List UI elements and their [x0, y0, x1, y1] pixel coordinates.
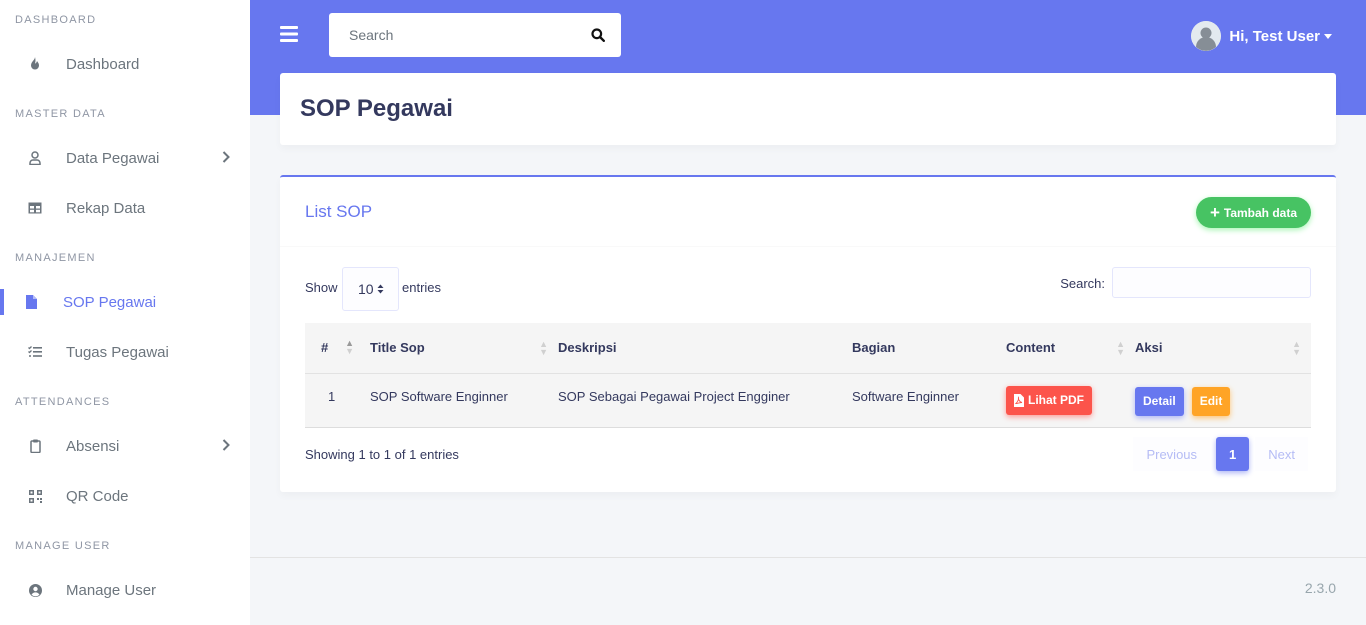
- sidebar-item-label: Data Pegawai: [66, 149, 160, 167]
- sop-table: # ▲ ▼ Title Sop ▲ ▼ Deskripsi Bagian Conte…: [305, 323, 1311, 428]
- sidebar: DASHBOARD Dashboard MASTER DATA Data Peg…: [0, 0, 250, 625]
- user-circle-icon: [27, 582, 43, 598]
- menu-toggle-icon[interactable]: [280, 26, 298, 42]
- sidebar-item-label: Manage User: [66, 581, 157, 599]
- menu-header-master-data: MASTER DATA: [15, 108, 106, 120]
- table-search-input[interactable]: [1112, 267, 1311, 298]
- detail-button[interactable]: Detail: [1135, 386, 1184, 416]
- sidebar-item-data-pegawai[interactable]: Data Pegawai: [0, 133, 250, 183]
- cell-no: 1: [328, 388, 336, 404]
- sort-icon: ▲ ▼: [1116, 339, 1125, 357]
- column-header-deskripsi[interactable]: Deskripsi: [558, 323, 852, 373]
- search-icon[interactable]: [575, 13, 621, 57]
- file-pdf-icon: [1014, 393, 1024, 407]
- page-1-button[interactable]: 1: [1216, 437, 1250, 471]
- chevron-right-icon: [222, 438, 230, 455]
- view-pdf-button[interactable]: Lihat PDF: [1006, 385, 1092, 415]
- next-page-button[interactable]: Next: [1255, 437, 1308, 471]
- section-header: SOP Pegawai: [280, 73, 1336, 145]
- qrcode-icon: [27, 488, 43, 504]
- sidebar-item-rekap-data[interactable]: Rekap Data: [0, 183, 250, 233]
- column-header-bagian[interactable]: Bagian: [852, 323, 1006, 373]
- sort-icon: ▲ ▼: [539, 339, 548, 357]
- entries-length-select[interactable]: 10: [342, 267, 399, 311]
- footer: 2.3.0: [250, 557, 1366, 625]
- cell-aksi: Detail Edit: [1135, 373, 1311, 427]
- add-data-button[interactable]: + Tambah data: [1195, 197, 1311, 228]
- card-title: List SOP: [305, 202, 373, 221]
- clipboard-icon: [27, 438, 43, 454]
- page-title: SOP Pegawai: [300, 95, 453, 122]
- menu-header-dashboard: DASHBOARD: [15, 14, 97, 26]
- cell-bagian: Software Enginner: [852, 388, 959, 404]
- edit-button[interactable]: Edit: [1191, 386, 1231, 416]
- file-icon: [23, 294, 39, 310]
- entries-label: entries: [402, 280, 442, 295]
- menu-header-attendances: ATTENDANCES: [15, 396, 111, 408]
- menu-header-manajemen: MANAJEMEN: [15, 252, 96, 264]
- sidebar-item-absensi[interactable]: Absensi: [0, 421, 250, 471]
- cell-content: Lihat PDF: [1006, 373, 1135, 427]
- app-version: 2.3.0: [1304, 580, 1336, 596]
- user-dropdown[interactable]: Hi, Test User: [1191, 21, 1332, 51]
- sort-updown-icon: [377, 281, 384, 297]
- show-label: Show: [305, 280, 338, 295]
- menu-header-manage-user: MANAGE USER: [15, 540, 111, 552]
- column-header-content[interactable]: Content ▲ ▼: [1006, 323, 1135, 373]
- sidebar-item-sop-pegawai[interactable]: SOP Pegawai: [0, 277, 250, 327]
- user-greeting: Hi, Test User: [1229, 27, 1320, 45]
- sidebar-item-label: Dashboard: [66, 55, 140, 73]
- column-header-no[interactable]: # ▲ ▼: [305, 323, 370, 373]
- sidebar-item-label: QR Code: [66, 487, 129, 505]
- column-header-aksi[interactable]: Aksi ▲ ▼: [1135, 323, 1311, 373]
- tasks-icon: [27, 344, 43, 360]
- column-header-title[interactable]: Title Sop ▲ ▼: [370, 323, 558, 373]
- sidebar-item-label: Tugas Pegawai: [66, 343, 169, 361]
- table-info: Showing 1 to 1 of 1 entries: [305, 447, 459, 462]
- table-row: 1 SOP Software Enginner SOP Sebagai Pega…: [305, 373, 1311, 427]
- sort-icon: ▲ ▼: [1292, 339, 1301, 357]
- pagination: Previous 1 Next: [1133, 437, 1308, 471]
- sidebar-item-qr-code[interactable]: QR Code: [0, 471, 250, 521]
- avatar: [1191, 21, 1222, 51]
- navbar-search[interactable]: Search: [329, 13, 621, 57]
- add-data-label: Tambah data: [1223, 205, 1297, 220]
- cell-deskripsi: SOP Sebagai Pegawai Project Engginer: [558, 388, 790, 404]
- caret-down-icon: [1324, 33, 1332, 39]
- user-icon: [27, 150, 43, 166]
- previous-page-button[interactable]: Previous: [1133, 437, 1211, 471]
- table-icon: [27, 200, 43, 216]
- sort-icon: ▲ ▼: [345, 338, 354, 356]
- table-header-row: # ▲ ▼ Title Sop ▲ ▼ Deskripsi Bagian Conte…: [305, 323, 1311, 373]
- cell-title: SOP Software Enginner: [370, 388, 508, 404]
- sidebar-item-label: SOP Pegawai: [63, 293, 157, 311]
- search-input[interactable]: Search: [329, 27, 575, 43]
- card-header: List SOP + Tambah data: [280, 177, 1336, 247]
- sidebar-item-label: Rekap Data: [66, 199, 146, 217]
- sidebar-item-manage-user[interactable]: Manage User: [0, 565, 250, 615]
- chevron-right-icon: [222, 150, 230, 167]
- sidebar-item-label: Absensi: [66, 437, 120, 455]
- fire-icon: [27, 56, 43, 72]
- entries-length-value: 10: [358, 281, 374, 297]
- plus-icon: +: [1209, 203, 1220, 222]
- sidebar-item-dashboard[interactable]: Dashboard: [0, 39, 250, 89]
- sop-list-card: List SOP + Tambah data Show 10 entries S…: [280, 175, 1336, 492]
- sidebar-item-tugas-pegawai[interactable]: Tugas Pegawai: [0, 327, 250, 377]
- table-search-label: Search:: [1060, 276, 1105, 291]
